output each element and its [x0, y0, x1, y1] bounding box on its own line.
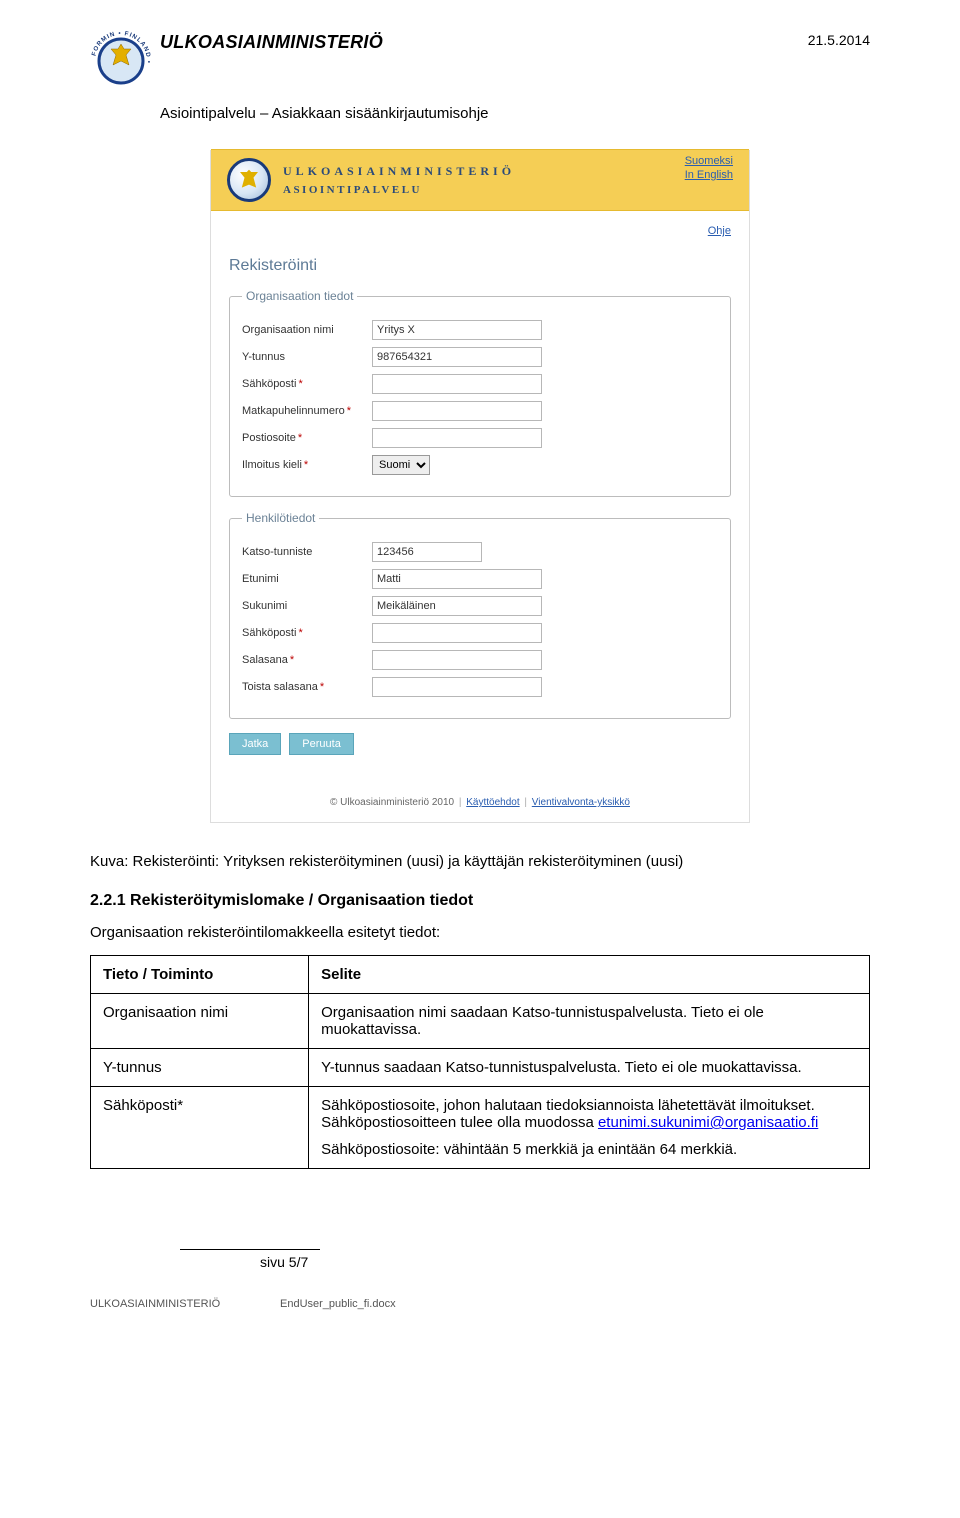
- notify-lang-select[interactable]: Suomi: [372, 455, 430, 475]
- address-input[interactable]: [372, 428, 542, 448]
- footer-terms-link[interactable]: Käyttöehdot: [466, 797, 519, 808]
- phone-label: Matkapuhelinnumero*: [242, 405, 372, 417]
- section-heading: 2.2.1 Rekisteröitymislomake / Organisaat…: [90, 892, 870, 910]
- ministry-title: ULKOASIAINMINISTERIÖ: [160, 32, 383, 53]
- footer-filename: EndUser_public_fi.docx: [280, 1298, 396, 1310]
- password2-label: Toista salasana*: [242, 681, 372, 693]
- person-email-input[interactable]: [372, 623, 542, 643]
- app-logo-icon: [227, 158, 271, 202]
- ytunnus-input[interactable]: [372, 347, 542, 367]
- footer-ministry: ULKOASIAINMINISTERIÖ: [90, 1298, 280, 1310]
- password-label: Salasana*: [242, 654, 372, 666]
- firstname-input[interactable]: [372, 569, 542, 589]
- document-date: 21.5.2014: [808, 32, 870, 48]
- person-legend: Henkilötiedot: [242, 511, 319, 525]
- table-header-1: Tieto / Toiminto: [91, 956, 309, 994]
- password2-input[interactable]: [372, 677, 542, 697]
- katso-label: Katso-tunniste: [242, 546, 372, 558]
- person-email-label: Sähköposti*: [242, 627, 372, 639]
- person-fieldset: Henkilötiedot Katso-tunniste Etunimi Suk…: [229, 511, 731, 719]
- cell-field: Y-tunnus: [91, 1049, 309, 1087]
- org-fieldset: Organisaation tiedot Organisaation nimi …: [229, 289, 731, 497]
- phone-input[interactable]: [372, 401, 542, 421]
- table-header-2: Selite: [309, 956, 870, 994]
- cell-desc: Sähköpostiosoite, johon halutaan tiedoks…: [309, 1087, 870, 1169]
- password-input[interactable]: [372, 650, 542, 670]
- org-legend: Organisaation tiedot: [242, 289, 357, 303]
- app-footer: © Ulkoasiainministeriö 2010 | Käyttöehdo…: [211, 769, 749, 822]
- org-name-input[interactable]: [372, 320, 542, 340]
- app-screenshot: Suomeksi In English ULKOASIAINMINISTERIÖ…: [210, 150, 750, 823]
- fields-table: Tieto / Toiminto Selite Organisaation ni…: [90, 955, 870, 1169]
- notify-lang-label: Ilmoitus kieli*: [242, 459, 372, 471]
- figure-caption: Kuva: Rekisteröinti: Yrityksen rekisterö…: [90, 853, 870, 870]
- org-email-label: Sähköposti*: [242, 378, 372, 390]
- document-footer: sivu 5/7 ULKOASIAINMINISTERIÖ EndUser_pu…: [90, 1249, 870, 1310]
- help-link[interactable]: Ohje: [708, 225, 731, 237]
- table-row: Sähköposti* Sähköpostiosoite, johon halu…: [91, 1087, 870, 1169]
- table-row: Organisaation nimi Organisaation nimi sa…: [91, 994, 870, 1049]
- continue-button[interactable]: Jatka: [229, 733, 281, 755]
- intro-paragraph: Organisaation rekisteröintilomakkeella e…: [90, 924, 870, 941]
- lastname-input[interactable]: [372, 596, 542, 616]
- firstname-label: Etunimi: [242, 573, 372, 585]
- table-row: Y-tunnus Y-tunnus saadaan Katso-tunnistu…: [91, 1049, 870, 1087]
- lastname-label: Sukunimi: [242, 600, 372, 612]
- page-number: sivu 5/7: [260, 1254, 870, 1270]
- cell-field: Sähköposti*: [91, 1087, 309, 1169]
- address-label: Postiosoite*: [242, 432, 372, 444]
- example-email-link[interactable]: etunimi.sukunimi@organisaatio.fi: [598, 1114, 818, 1131]
- footer-unit-link[interactable]: Vientivalvonta-yksikkö: [532, 797, 630, 808]
- cell-desc: Y-tunnus saadaan Katso-tunnistuspalvelus…: [309, 1049, 870, 1087]
- app-ministry-line: ULKOASIAINMINISTERIÖ: [283, 162, 515, 180]
- ministry-logo: FORMIN • FINLAND •: [90, 30, 160, 95]
- app-header-bar: ULKOASIAINMINISTERIÖ ASIOINTIPALVELU: [211, 149, 749, 211]
- org-email-input[interactable]: [372, 374, 542, 394]
- form-title: Rekisteröinti: [229, 257, 731, 275]
- document-subtitle: Asiointipalvelu – Asiakkaan sisäänkirjau…: [160, 105, 870, 122]
- cell-desc: Organisaation nimi saadaan Katso-tunnist…: [309, 994, 870, 1049]
- ytunnus-label: Y-tunnus: [242, 351, 372, 363]
- org-name-label: Organisaation nimi: [242, 324, 372, 336]
- document-header: FORMIN • FINLAND • ULKOASIAINMINISTERIÖ …: [90, 30, 870, 95]
- cancel-button[interactable]: Peruuta: [289, 733, 354, 755]
- app-service-line: ASIOINTIPALVELU: [283, 182, 515, 199]
- footer-copyright: © Ulkoasiainministeriö 2010: [330, 797, 454, 808]
- katso-input[interactable]: [372, 542, 482, 562]
- cell-field: Organisaation nimi: [91, 994, 309, 1049]
